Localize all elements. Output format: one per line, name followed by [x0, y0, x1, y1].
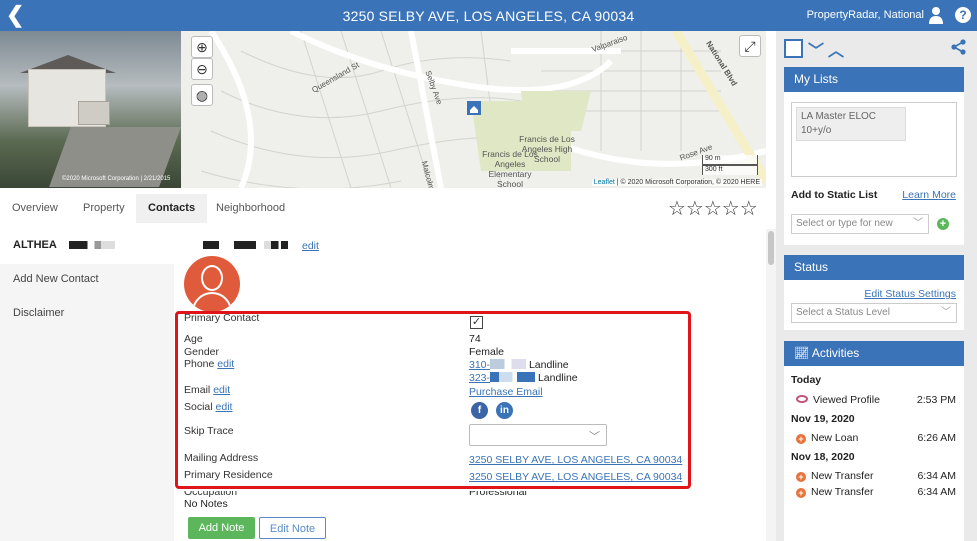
status-card: Status Edit Status Settings Select a Sta…: [784, 255, 964, 330]
right-panel: ﹀ ︿ My Lists LA Master ELOC 10+y/o Add t…: [776, 31, 977, 541]
activity-time: 6:34 AM: [917, 486, 956, 498]
plus-icon: +: [796, 472, 806, 482]
redacted-name-3: [264, 241, 288, 249]
activities-card: 📈︎ Activities Today Viewed Profile 2:53 P…: [784, 341, 964, 541]
globe-icon[interactable]: ◍: [191, 84, 213, 106]
tab-bar: Overview Property Contacts Neighborhood: [0, 194, 766, 223]
add-list-icon[interactable]: +: [937, 218, 949, 230]
eye-icon: [796, 395, 808, 403]
add-note-button[interactable]: Add Note: [188, 517, 255, 539]
photo-copyright: ©2020 Microsoft Corporation | 2/21/2015: [62, 176, 171, 182]
select-checkbox[interactable]: [784, 39, 803, 58]
static-list-select[interactable]: Select or type for new ﹀: [791, 214, 929, 234]
sidebar-item-disclaimer[interactable]: Disclaimer: [0, 298, 174, 332]
add-static-list-label: Add to Static List: [791, 189, 878, 201]
tab-neighborhood[interactable]: Neighborhood: [204, 194, 297, 223]
map-scale: 90 m 300 ft: [702, 155, 758, 175]
activity-time: 2:53 PM: [916, 394, 956, 406]
scale-feet: 300 ft: [702, 165, 758, 175]
my-lists-title: My Lists: [784, 67, 964, 92]
zoom-out-button[interactable]: ⊖: [191, 58, 213, 80]
map-streets: [181, 31, 766, 188]
chevron-down-icon: ﹀: [941, 307, 951, 318]
user-icon[interactable]: [928, 6, 944, 24]
lists-box[interactable]: LA Master ELOC 10+y/o: [791, 102, 957, 177]
sidebar-item-contact[interactable]: ALTHEA: [0, 230, 174, 264]
poi-elementary-school: Francis de Los Angeles Elementary School: [482, 149, 538, 188]
contact-edit-link[interactable]: edit: [302, 240, 319, 252]
chevron-down-icon: ﹀: [913, 218, 923, 229]
status-placeholder: Select a Status Level: [796, 307, 890, 318]
account-name[interactable]: PropertyRadar, National: [807, 9, 924, 21]
help-icon[interactable]: ?: [955, 7, 971, 23]
my-lists-card: My Lists LA Master ELOC 10+y/o Add to St…: [784, 67, 964, 245]
sidebar-item-add-contact[interactable]: Add New Contact: [0, 264, 174, 298]
tab-contacts[interactable]: Contacts: [136, 194, 208, 223]
star-rating[interactable]: ☆☆☆☆☆: [668, 196, 758, 221]
contact-sidebar: ALTHEA Add New Contact Disclaimer: [0, 230, 174, 541]
avatar-head: [201, 265, 223, 291]
activity-label: New Transfer: [811, 470, 874, 482]
activity-time: 6:34 AM: [917, 470, 956, 482]
edit-status-settings-link[interactable]: Edit Status Settings: [864, 288, 956, 300]
activity-item[interactable]: + New Transfer 6:34 AM: [796, 470, 956, 482]
status-select[interactable]: Select a Status Level ﹀: [791, 303, 957, 323]
garage-image: [78, 101, 110, 125]
fullscreen-icon[interactable]: ⤢: [739, 35, 761, 57]
activity-date: Today: [791, 374, 822, 386]
highlight-box: [175, 311, 691, 489]
property-map[interactable]: ⊕ ⊖ ◍ ⤢ Queensland St Selby Ave Valparai…: [181, 31, 766, 188]
learn-more-link[interactable]: Learn More: [902, 189, 956, 201]
activity-date: Nov 19, 2020: [791, 413, 855, 425]
chart-line-icon: 📈︎: [794, 346, 810, 360]
main-scrollbar[interactable]: [766, 229, 776, 541]
tab-overview[interactable]: Overview: [0, 194, 70, 223]
edit-note-button[interactable]: Edit Note: [259, 517, 326, 539]
share-icon[interactable]: [951, 39, 967, 55]
plus-icon: +: [796, 488, 806, 498]
activities-title: 📈︎ Activities: [784, 341, 964, 366]
activity-label: New Loan: [811, 432, 859, 444]
activity-time: 6:26 AM: [917, 432, 956, 444]
chevron-up-icon[interactable]: ︿: [828, 37, 844, 61]
notes-text: No Notes: [184, 498, 228, 510]
avatar: [184, 256, 240, 312]
activity-label: Viewed Profile: [813, 394, 880, 406]
chevron-down-icon[interactable]: ﹀: [808, 37, 824, 61]
redacted-name-1: [203, 241, 219, 249]
activities-title-text: Activities: [811, 346, 860, 360]
redacted-name-2: [234, 241, 256, 249]
avatar-body: [192, 292, 232, 312]
static-list-placeholder: Select or type for new: [796, 218, 893, 229]
activity-item[interactable]: + New Transfer 6:34 AM: [796, 486, 956, 498]
leaflet-link[interactable]: Leaflet: [594, 179, 615, 186]
map-attribution: Leaflet | © 2020 Microsoft Corporation, …: [591, 179, 762, 186]
map-attribution-text: | © 2020 Microsoft Corporation, © 2020 H…: [614, 179, 760, 186]
activity-item[interactable]: Viewed Profile 2:53 PM: [796, 394, 956, 406]
plus-icon: +: [796, 434, 806, 444]
tab-property[interactable]: Property: [71, 194, 137, 223]
contact-name: ALTHEA: [13, 239, 57, 251]
property-photo[interactable]: ©2020 Microsoft Corporation | 2/21/2015: [0, 31, 181, 188]
activity-date: Nov 18, 2020: [791, 451, 855, 463]
redacted-surname: [68, 241, 115, 250]
activity-item[interactable]: + New Loan 6:26 AM: [796, 432, 956, 444]
top-bar: ❮ 3250 SELBY AVE, LOS ANGELES, CA 90034 …: [0, 0, 977, 31]
scrollbar-thumb[interactable]: [768, 231, 774, 265]
scale-meters: 90 m: [702, 155, 758, 165]
list-tag[interactable]: LA Master ELOC 10+y/o: [796, 107, 906, 141]
zoom-in-button[interactable]: ⊕: [191, 36, 213, 58]
activity-label: New Transfer: [811, 486, 874, 498]
status-title: Status: [784, 255, 964, 280]
